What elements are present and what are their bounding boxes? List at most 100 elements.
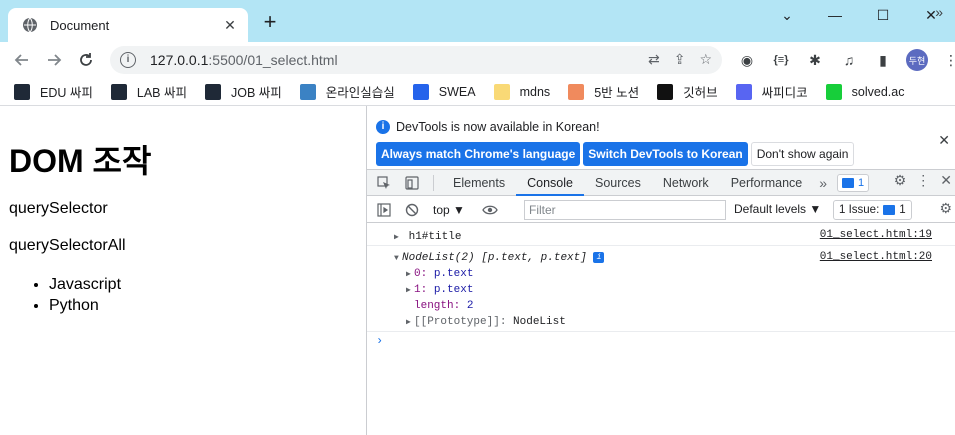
- expand-triangle-icon[interactable]: ▶: [394, 230, 402, 246]
- sidebar-toggle-icon[interactable]: [373, 199, 395, 221]
- bookmark-label: SWEA: [438, 84, 476, 99]
- notice-text: DevTools is now available in Korean!: [396, 120, 600, 134]
- devtools-panel: i DevTools is now available in Korean! ✕…: [366, 106, 955, 435]
- extension-area: ◉ {≡} ✱ ♫ ▮ 두현 ⋮: [730, 46, 955, 74]
- clear-console-icon[interactable]: [401, 199, 423, 221]
- bookmark-item[interactable]: SWEA: [412, 80, 476, 104]
- menu-icon[interactable]: ⋮: [934, 46, 955, 74]
- extension-icon[interactable]: ◉: [730, 46, 764, 74]
- tab-strip: Document ✕ + ⌄ — ☐ ✕: [0, 0, 955, 42]
- bookmark-label: 5반 노션: [594, 86, 640, 100]
- page-viewport: DOM 조작 querySelector querySelectorAll Ja…: [0, 106, 367, 435]
- bookmark-label: LAB 싸피: [136, 86, 187, 100]
- tab-elements[interactable]: Elements: [442, 170, 516, 196]
- expand-triangle-icon[interactable]: ▶: [406, 315, 414, 331]
- tab-network[interactable]: Network: [652, 170, 720, 196]
- match-language-button[interactable]: Always match Chrome's language: [376, 142, 581, 166]
- filter-input[interactable]: Filter: [524, 200, 726, 220]
- devtools-extension-icon[interactable]: {≡}: [764, 46, 798, 74]
- back-button[interactable]: [6, 44, 38, 76]
- live-expression-eye-icon[interactable]: [479, 199, 501, 221]
- site-info-icon[interactable]: i: [120, 52, 136, 68]
- tab-title: Document: [50, 17, 110, 33]
- console-output: ▶ h1#title 01_select.html:19 ▼ NodeList(2…: [367, 224, 955, 332]
- inspect-element-icon[interactable]: [373, 172, 395, 194]
- language-list: Javascript Python: [49, 274, 121, 316]
- settings-gear-icon[interactable]: ⚙: [894, 172, 907, 189]
- log-levels-dropdown[interactable]: Default levels ▼: [734, 202, 821, 216]
- info-badge-icon[interactable]: i: [593, 251, 605, 263]
- list-item: Javascript: [49, 274, 121, 295]
- tab-console[interactable]: Console: [516, 170, 584, 196]
- expand-triangle-icon[interactable]: ▶: [406, 267, 414, 283]
- bookmark-label: EDU 싸피: [40, 86, 93, 100]
- bookmark-item[interactable]: 온라인실습실: [299, 80, 395, 104]
- console-log-row: ▶ h1#title 01_select.html:19: [367, 224, 955, 246]
- console-prompt[interactable]: ›: [376, 334, 383, 348]
- close-notice-icon[interactable]: ✕: [938, 132, 950, 149]
- bookmark-label: JOB 싸피: [230, 86, 282, 100]
- page-heading: DOM 조작: [9, 143, 152, 179]
- profile-button[interactable]: 두현: [900, 46, 934, 74]
- browser-tab[interactable]: Document ✕: [8, 8, 248, 42]
- ssafy-icon: [299, 83, 316, 100]
- dont-show-again-button[interactable]: Don't show again: [750, 142, 855, 166]
- bookmark-item[interactable]: mdns: [493, 80, 550, 104]
- tab-performance[interactable]: Performance: [720, 170, 814, 196]
- more-bookmarks-icon[interactable]: »: [935, 4, 943, 20]
- issues-button[interactable]: 1 Issue: 1: [833, 200, 912, 220]
- more-tabs-icon[interactable]: »: [813, 175, 833, 191]
- share-icon[interactable]: ⇪: [674, 51, 686, 68]
- forward-arrow-icon: [48, 54, 62, 66]
- collapse-triangle-icon[interactable]: ▼: [394, 251, 402, 267]
- puzzle-icon[interactable]: ✱: [798, 46, 832, 74]
- message-icon: [842, 177, 855, 188]
- tab-search-icon[interactable]: ⌄: [763, 0, 811, 30]
- log-element[interactable]: h1#title: [409, 231, 462, 243]
- new-tab-button[interactable]: +: [260, 11, 280, 33]
- bookmark-label: solved.ac: [851, 84, 905, 99]
- switch-korean-button[interactable]: Switch DevTools to Korean: [583, 142, 748, 166]
- devtools-menu-icon[interactable]: ⋮: [916, 172, 930, 189]
- translate-icon[interactable]: ⇄: [648, 51, 660, 68]
- reload-icon: [80, 53, 92, 66]
- back-arrow-icon: [14, 54, 28, 66]
- expand-triangle-icon[interactable]: ▶: [406, 283, 414, 299]
- console-settings-gear-icon[interactable]: ⚙: [939, 200, 952, 217]
- minimize-button[interactable]: —: [811, 0, 859, 30]
- close-window-button[interactable]: ✕: [907, 0, 955, 30]
- tab-sources[interactable]: Sources: [584, 170, 652, 196]
- bookmark-item[interactable]: JOB 싸피: [204, 80, 282, 104]
- media-icon[interactable]: ♫: [832, 46, 866, 74]
- close-tab-icon[interactable]: ✕: [222, 17, 238, 33]
- forward-button[interactable]: [38, 44, 70, 76]
- devtools-tabs: Elements Console Sources Network Perform…: [367, 170, 955, 196]
- globe-icon: [23, 17, 37, 33]
- browser-toolbar: i 127.0.0.1:5500/01_select.html ⇄ ⇪ ☆ ◉ …: [0, 42, 955, 78]
- bookmark-label: 깃허브: [683, 86, 718, 100]
- reload-button[interactable]: [70, 44, 102, 76]
- side-panel-icon[interactable]: ▮: [866, 46, 900, 74]
- bookmark-item[interactable]: LAB 싸피: [110, 80, 187, 104]
- log-source-link[interactable]: 01_select.html:19: [820, 229, 932, 241]
- ssafy-icon: [14, 83, 30, 100]
- device-toolbar-icon[interactable]: [401, 172, 423, 194]
- console-toolbar: top ▼ Filter Default levels ▼ 1 Issue: 1 …: [367, 197, 955, 223]
- notice-buttons: Always match Chrome's language Switch De…: [376, 142, 855, 166]
- info-icon: i: [376, 120, 390, 134]
- context-selector[interactable]: top ▼: [433, 203, 465, 217]
- bookmark-item[interactable]: 5반 노션: [568, 80, 639, 104]
- address-bar[interactable]: i 127.0.0.1:5500/01_select.html ⇄ ⇪ ☆: [110, 46, 722, 74]
- ssafy-icon: [110, 83, 127, 100]
- messages-badge[interactable]: 1: [837, 173, 870, 192]
- bookmark-item[interactable]: EDU 싸피: [14, 80, 93, 104]
- close-devtools-icon[interactable]: ✕: [940, 172, 952, 189]
- url-text: 127.0.0.1:5500/01_select.html: [150, 52, 338, 68]
- peach-icon: [568, 83, 585, 100]
- log-source-link[interactable]: 01_select.html:20: [820, 251, 932, 263]
- bookmark-star-icon[interactable]: ☆: [699, 51, 712, 68]
- bookmark-item[interactable]: 싸피디코: [735, 80, 808, 104]
- bookmark-item[interactable]: solved.ac: [825, 80, 905, 104]
- bookmark-item[interactable]: 깃허브: [657, 80, 718, 104]
- maximize-button[interactable]: ☐: [859, 0, 907, 30]
